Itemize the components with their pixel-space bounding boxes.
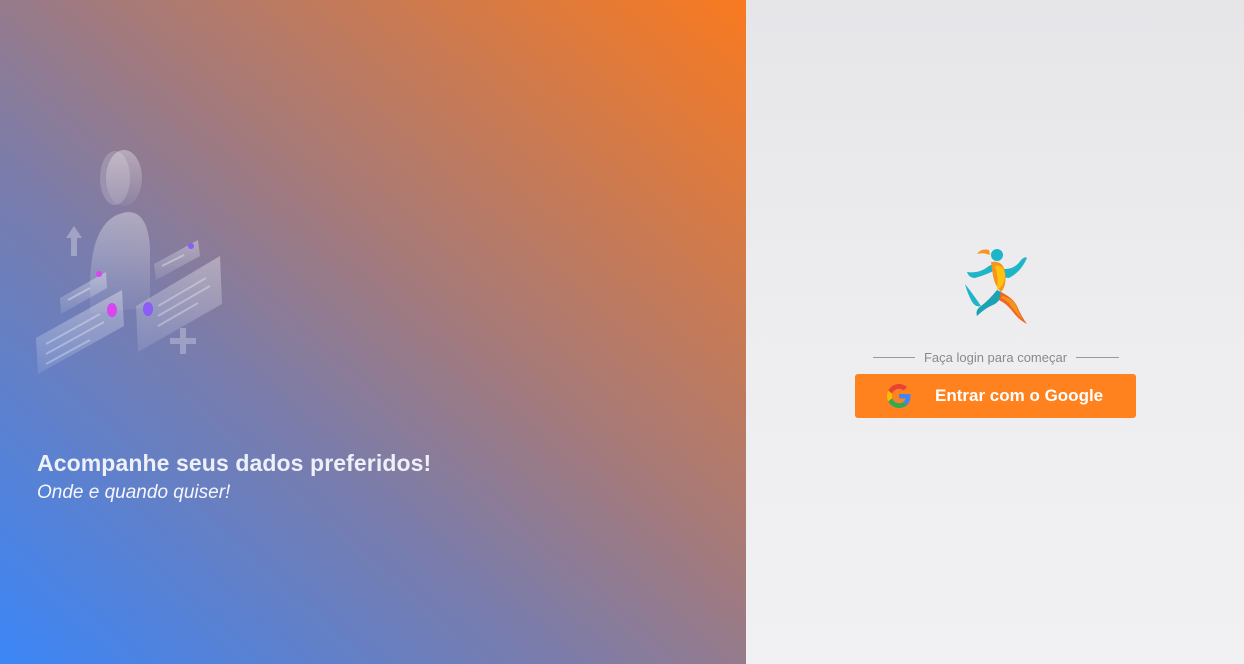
- hero-subtitle: Onde e quando quiser!: [37, 482, 231, 503]
- login-panel: Faça login para começar Entrar com o Goo…: [746, 0, 1244, 664]
- login-prompt-text: Faça login para começar: [923, 350, 1068, 365]
- person-with-chat-bubbles-illustration: [36, 150, 222, 374]
- running-person-logo: [964, 249, 1027, 324]
- divider-line-left: [872, 357, 915, 358]
- hero-text-block: Acompanhe seus dados preferidos! Onde e …: [37, 450, 431, 504]
- divider-line-right: [1076, 357, 1119, 358]
- google-signin-label: Entrar com o Google: [935, 386, 1104, 405]
- hero-panel: Acompanhe seus dados preferidos! Onde e …: [0, 0, 746, 664]
- hero-title: Acompanhe seus dados preferidos!: [37, 450, 432, 476]
- google-g-icon: [887, 384, 911, 408]
- google-signin-button[interactable]: Entrar com o Google: [855, 374, 1136, 418]
- login-page: Acompanhe seus dados preferidos! Onde e …: [0, 0, 1244, 664]
- login-box: Faça login para começar Entrar com o Goo…: [855, 246, 1136, 418]
- login-divider: Faça login para começar: [872, 350, 1119, 365]
